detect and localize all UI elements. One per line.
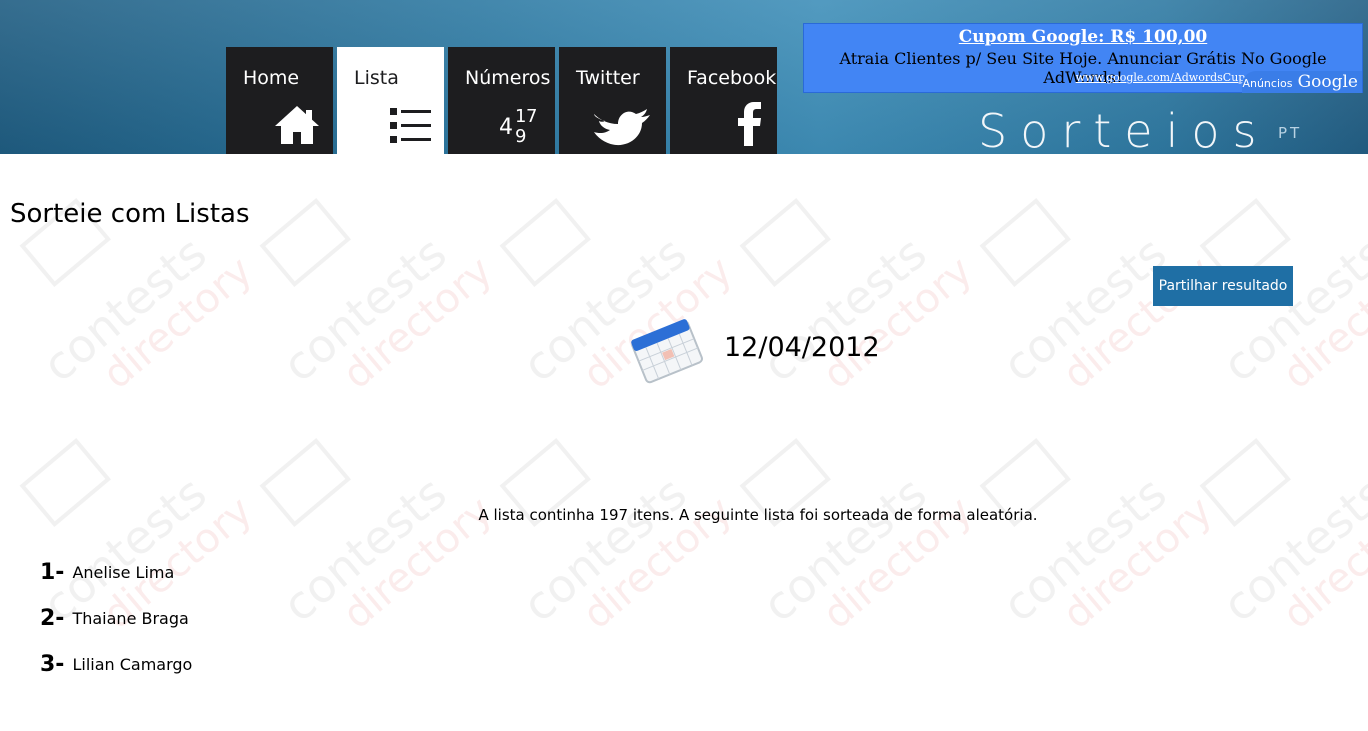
numbers-icon: 4 1 7 9 [499,106,537,146]
page-title: Sorteie com Listas [10,199,250,229]
result-name: Anelise Lima [72,563,175,582]
twitter-bird-icon [594,109,650,146]
google-logo: Google [1297,72,1358,92]
home-icon [275,106,319,144]
ad-badge[interactable]: Anúncios Google [1242,71,1362,93]
result-name: Thaiane Braga [72,609,189,628]
list-icon [390,108,431,143]
watermark-pattern: contests directory contests directory co… [19,198,1368,638]
ad-badge-label: Anúncios [1242,77,1293,90]
tab-label: Lista [354,67,399,89]
tab-label: Facebook [687,67,777,89]
result-rank: 2- [40,606,65,631]
header-banner: Home Lista Números 4 1 7 9 Twitter Faceb… [0,0,1368,154]
tab-home[interactable]: Home [226,47,333,154]
google-ad-box[interactable]: Cupom Google: R$ 100,00 Atraia Clientes … [803,23,1363,93]
share-result-button[interactable]: Partilhar resultado [1153,266,1293,306]
numbers-glyph: 4 [499,115,513,140]
draw-date: 12/04/2012 [724,332,880,363]
results-list: 1- Anelise Lima 2- Thaiane Braga 3- Lili… [40,541,192,679]
list-item: 2- Thaiane Braga [40,587,192,633]
draw-summary: A lista continha 197 itens. A seguinte l… [478,506,1038,524]
result-rank: 3- [40,652,65,677]
tab-label: Twitter [576,67,640,89]
ad-title-link[interactable]: Cupom Google: R$ 100,00 [804,27,1362,47]
main-nav: Home Lista Números 4 1 7 9 Twitter Faceb… [226,47,781,154]
site-logo[interactable]: Sorteios [978,104,1269,154]
numbers-glyph: 9 [515,126,526,146]
tab-facebook[interactable]: Facebook [670,47,777,154]
calendar-icon [631,319,703,384]
facebook-f-icon [738,102,761,146]
tab-numeros[interactable]: Números 4 1 7 9 [448,47,555,154]
numbers-glyph: 1 [515,106,526,127]
site-logo-suffix: PT [1278,124,1303,142]
list-item: 1- Anelise Lima [40,541,192,587]
tab-twitter[interactable]: Twitter [559,47,666,154]
tab-label: Números [465,67,551,89]
result-rank: 1- [40,560,65,585]
tab-lista[interactable]: Lista [337,47,444,154]
list-item: 3- Lilian Camargo [40,633,192,679]
tab-label: Home [243,67,300,89]
result-name: Lilian Camargo [72,655,193,674]
numbers-glyph: 7 [526,106,537,127]
